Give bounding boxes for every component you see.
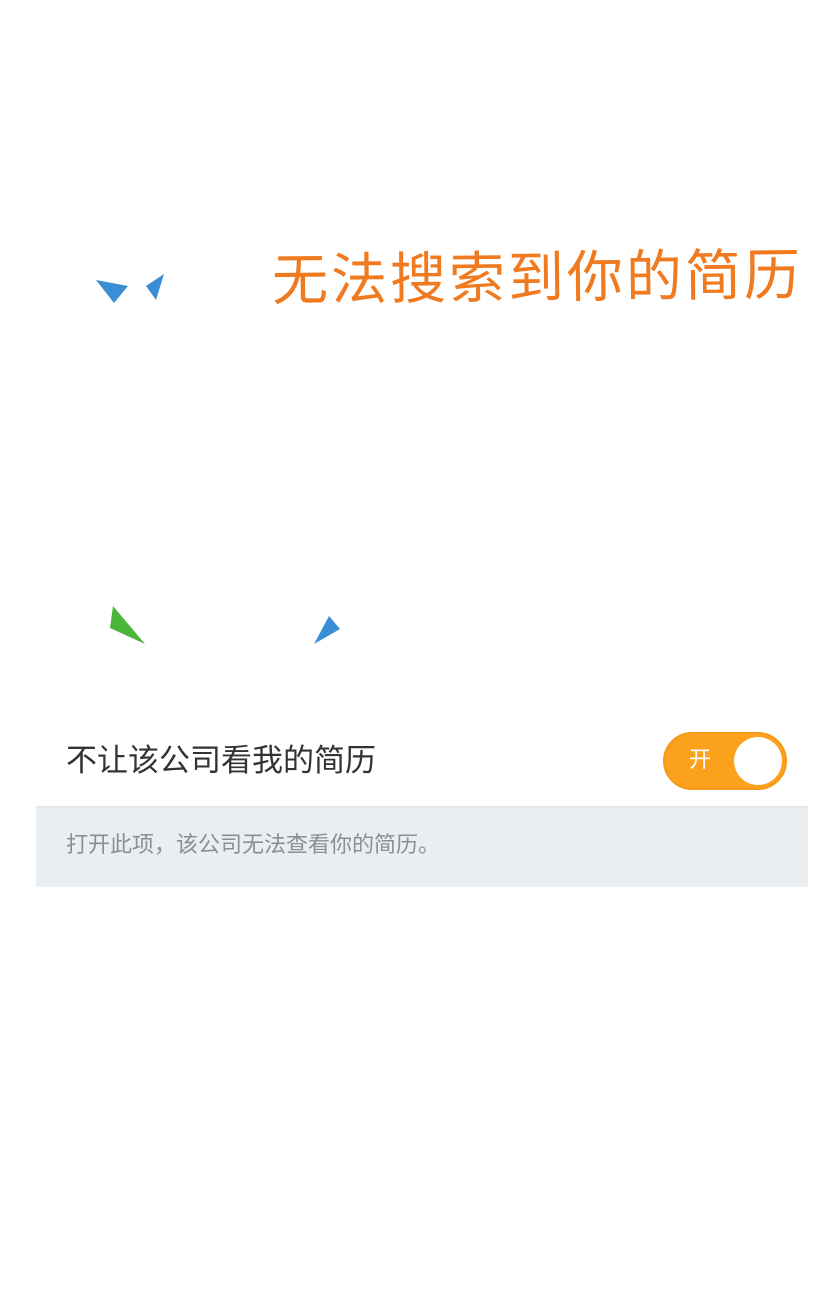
confetti-blue-lower: [314, 616, 340, 644]
toggle-knob: [734, 737, 782, 785]
confetti-blue-right: [146, 274, 164, 300]
headline-annotation: 无法搜索到你的简历: [271, 243, 804, 314]
confetti-green: [110, 606, 145, 644]
setting-label: 不让该公司看我的简历: [66, 743, 376, 779]
setting-hint-box: 打开此项，该公司无法查看你的简历。: [36, 808, 808, 887]
hide-resume-setting-row: 不让该公司看我的简历 开: [36, 716, 808, 808]
confetti-blue-left: [96, 280, 128, 303]
setting-hint-text: 打开此项，该公司无法查看你的简历。: [66, 833, 441, 858]
hide-resume-toggle[interactable]: 开: [663, 732, 787, 790]
toggle-state-label: 开: [689, 748, 712, 773]
